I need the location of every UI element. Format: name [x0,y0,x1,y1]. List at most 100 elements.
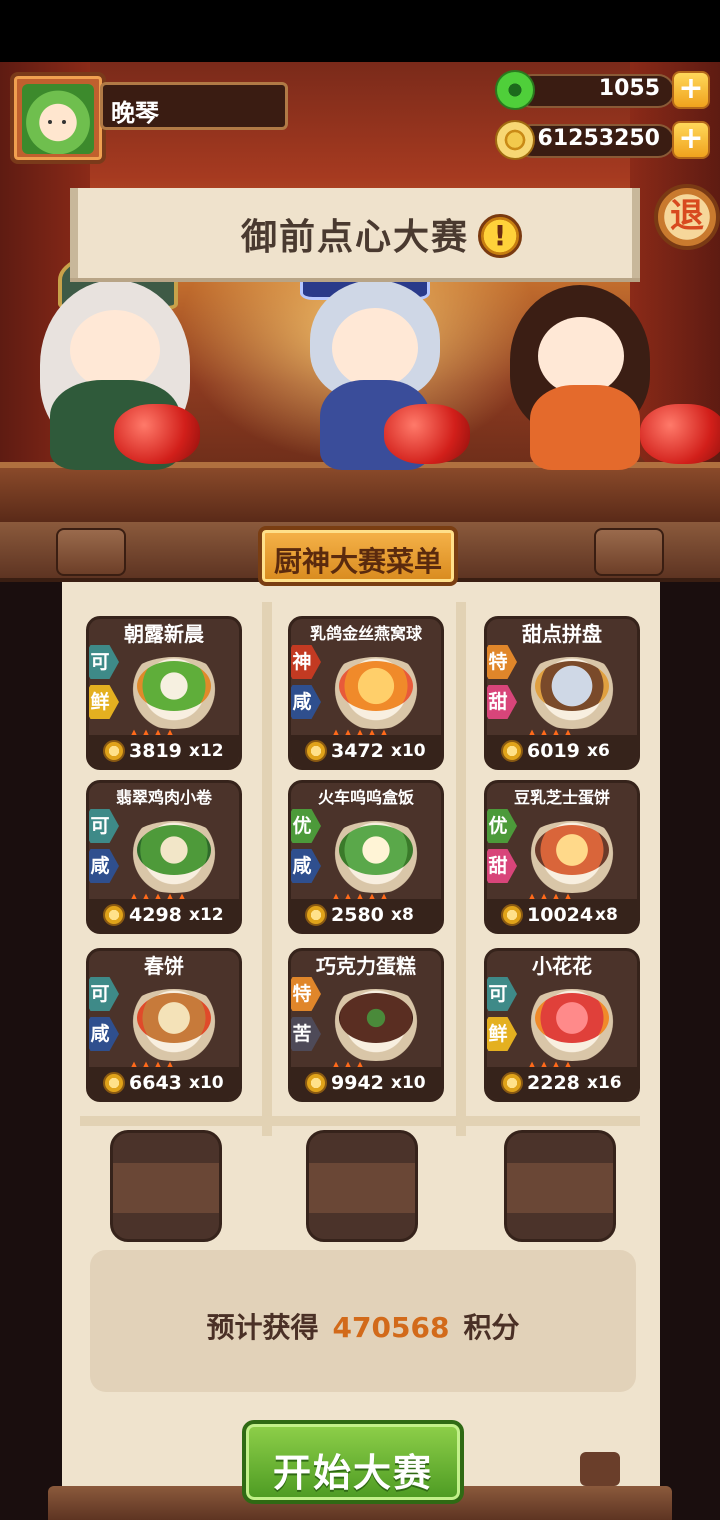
flavor-badge: 咸 [89,1017,119,1051]
coin-icon [501,1072,523,1094]
dish-quantity: x8 [595,905,618,925]
dish-price: 2580 [331,904,384,926]
coin-icon [103,740,125,762]
dish-price: 6643 [129,1072,182,1094]
jade-icon [495,70,535,110]
grade-badge: 可 [89,645,119,679]
coin-icon [305,740,327,762]
grade-badge: 特 [487,645,517,679]
dish-quantity: x10 [391,741,426,761]
apple-icon [114,404,200,464]
brush-holder-icon [580,1452,620,1486]
add-gold-button[interactable]: + [672,121,710,159]
dish-card[interactable]: 甜点拼盘 ▲▲▲▲ 特 甜 6019 x6 [484,616,640,770]
player-avatar[interactable] [10,72,106,164]
flavor-badge: 甜 [487,849,517,883]
flavor-badge: 苦 [291,1017,321,1051]
player-name: 晚琴 [111,99,159,127]
coin-icon [103,904,125,926]
status-bar-blank [0,0,720,62]
dish-food-icon [535,825,609,875]
coin-icon [501,904,523,926]
coin-icon [305,1072,327,1094]
grade-badge: 神 [291,645,321,679]
dish-food-icon [137,661,211,711]
dish-quantity: x12 [189,741,224,761]
gold-coin-icon [495,120,535,160]
menu-title: 厨神大赛菜单 [273,545,442,578]
jade-value: 1055 [598,76,660,101]
grade-badge: 特 [291,977,321,1011]
flavor-badge: 甜 [487,685,517,719]
dish-card[interactable]: 朝露新晨 ▲▲▲▲ 可 鲜 3819 x12 [86,616,242,770]
player-name-plate: 晚琴 [100,82,288,130]
dish-name: 翡翠鸡肉小卷 [115,788,212,807]
dish-price: 9942 [331,1072,384,1094]
dish-name: 甜点拼盘 [522,622,602,646]
dish-price: 6019 [527,740,580,762]
flavor-badge: 咸 [291,849,321,883]
grade-badge: 可 [89,977,119,1011]
dish-quantity: x12 [189,905,224,925]
dish-slot-empty[interactable] [306,1130,418,1242]
start-button-label: 开始大赛 [272,1451,433,1495]
exit-button[interactable]: 退 [654,184,720,250]
dish-card[interactable]: 巧克力蛋糕 ▲▲▲ 特 苦 9942 x10 [288,948,444,1102]
dish-name: 朝露新晨 [124,622,204,646]
jade-counter: 1055 + [495,70,710,110]
avatar-face-icon [22,84,94,154]
dish-food-icon [339,993,413,1043]
flavor-badge: 咸 [291,685,321,719]
start-contest-button[interactable]: 开始大赛 [242,1420,464,1504]
dish-food-icon [137,825,211,875]
dish-slot-empty[interactable] [110,1130,222,1242]
flavor-badge: 鲜 [89,685,119,719]
event-banner: 御前点心大赛 ! [70,188,640,278]
dish-price: 3819 [129,740,182,762]
dish-card[interactable]: 小花花 ▲▲▲▲ 可 鲜 2228 x16 [484,948,640,1102]
coin-icon [305,904,327,926]
estimate-points: 470568 [332,1311,450,1344]
estimate-suffix: 积分 [463,1311,520,1344]
flavor-badge: 鲜 [487,1017,517,1051]
stage-counter [0,462,720,522]
add-jade-button[interactable]: + [672,71,710,109]
flavor-badge: 咸 [89,849,119,883]
dish-card[interactable]: 豆乳芝士蛋饼 ▲▲▲▲ 优 甜 10024 x8 [484,780,640,934]
dish-price: 2228 [527,1072,580,1094]
dish-food-icon [339,661,413,711]
dish-name: 巧克力蛋糕 [316,954,416,978]
estimate-prefix: 预计获得 [206,1311,319,1344]
grade-badge: 优 [487,809,517,843]
event-title: 御前点心大赛 [240,217,469,258]
grade-badge: 可 [487,977,517,1011]
dish-name: 豆乳芝士蛋饼 [513,788,610,807]
dish-quantity: x16 [587,1073,622,1093]
grade-badge: 可 [89,809,119,843]
apple-icon [640,404,720,464]
estimate-panel: 预计获得 470568 积分 [90,1250,636,1392]
gold-counter: 61253250 + [495,120,710,160]
dish-card[interactable]: 翡翠鸡肉小卷 ▲▲▲▲▲ 可 咸 4298 x12 [86,780,242,934]
apple-icon [384,404,470,464]
dish-quantity: x8 [391,905,414,925]
dish-price: 3472 [331,740,384,762]
dish-card[interactable]: 春饼 ▲▲▲▲ 可 咸 6643 x10 [86,948,242,1102]
dish-price: 4298 [129,904,182,926]
dish-name: 火车呜呜盒饭 [317,788,414,807]
dish-card[interactable]: 火车呜呜盒饭 ▲▲▲▲▲ 优 咸 2580 x8 [288,780,444,934]
dish-quantity: x10 [391,1073,426,1093]
dish-price: 10024 [527,904,594,926]
info-icon[interactable]: ! [478,214,522,258]
dish-quantity: x10 [189,1073,224,1093]
dish-slot-empty[interactable] [504,1130,616,1242]
coin-icon [501,740,523,762]
dish-name: 小花花 [532,954,592,978]
dish-card[interactable]: 乳鸽金丝燕窝球 ▲▲▲▲▲ 神 咸 3472 x10 [288,616,444,770]
coin-icon [103,1072,125,1094]
dish-food-icon [339,825,413,875]
dish-food-icon [137,993,211,1043]
menu-title-tab: 厨神大赛菜单 [258,526,458,586]
dish-food-icon [535,993,609,1043]
dish-food-icon [535,661,609,711]
